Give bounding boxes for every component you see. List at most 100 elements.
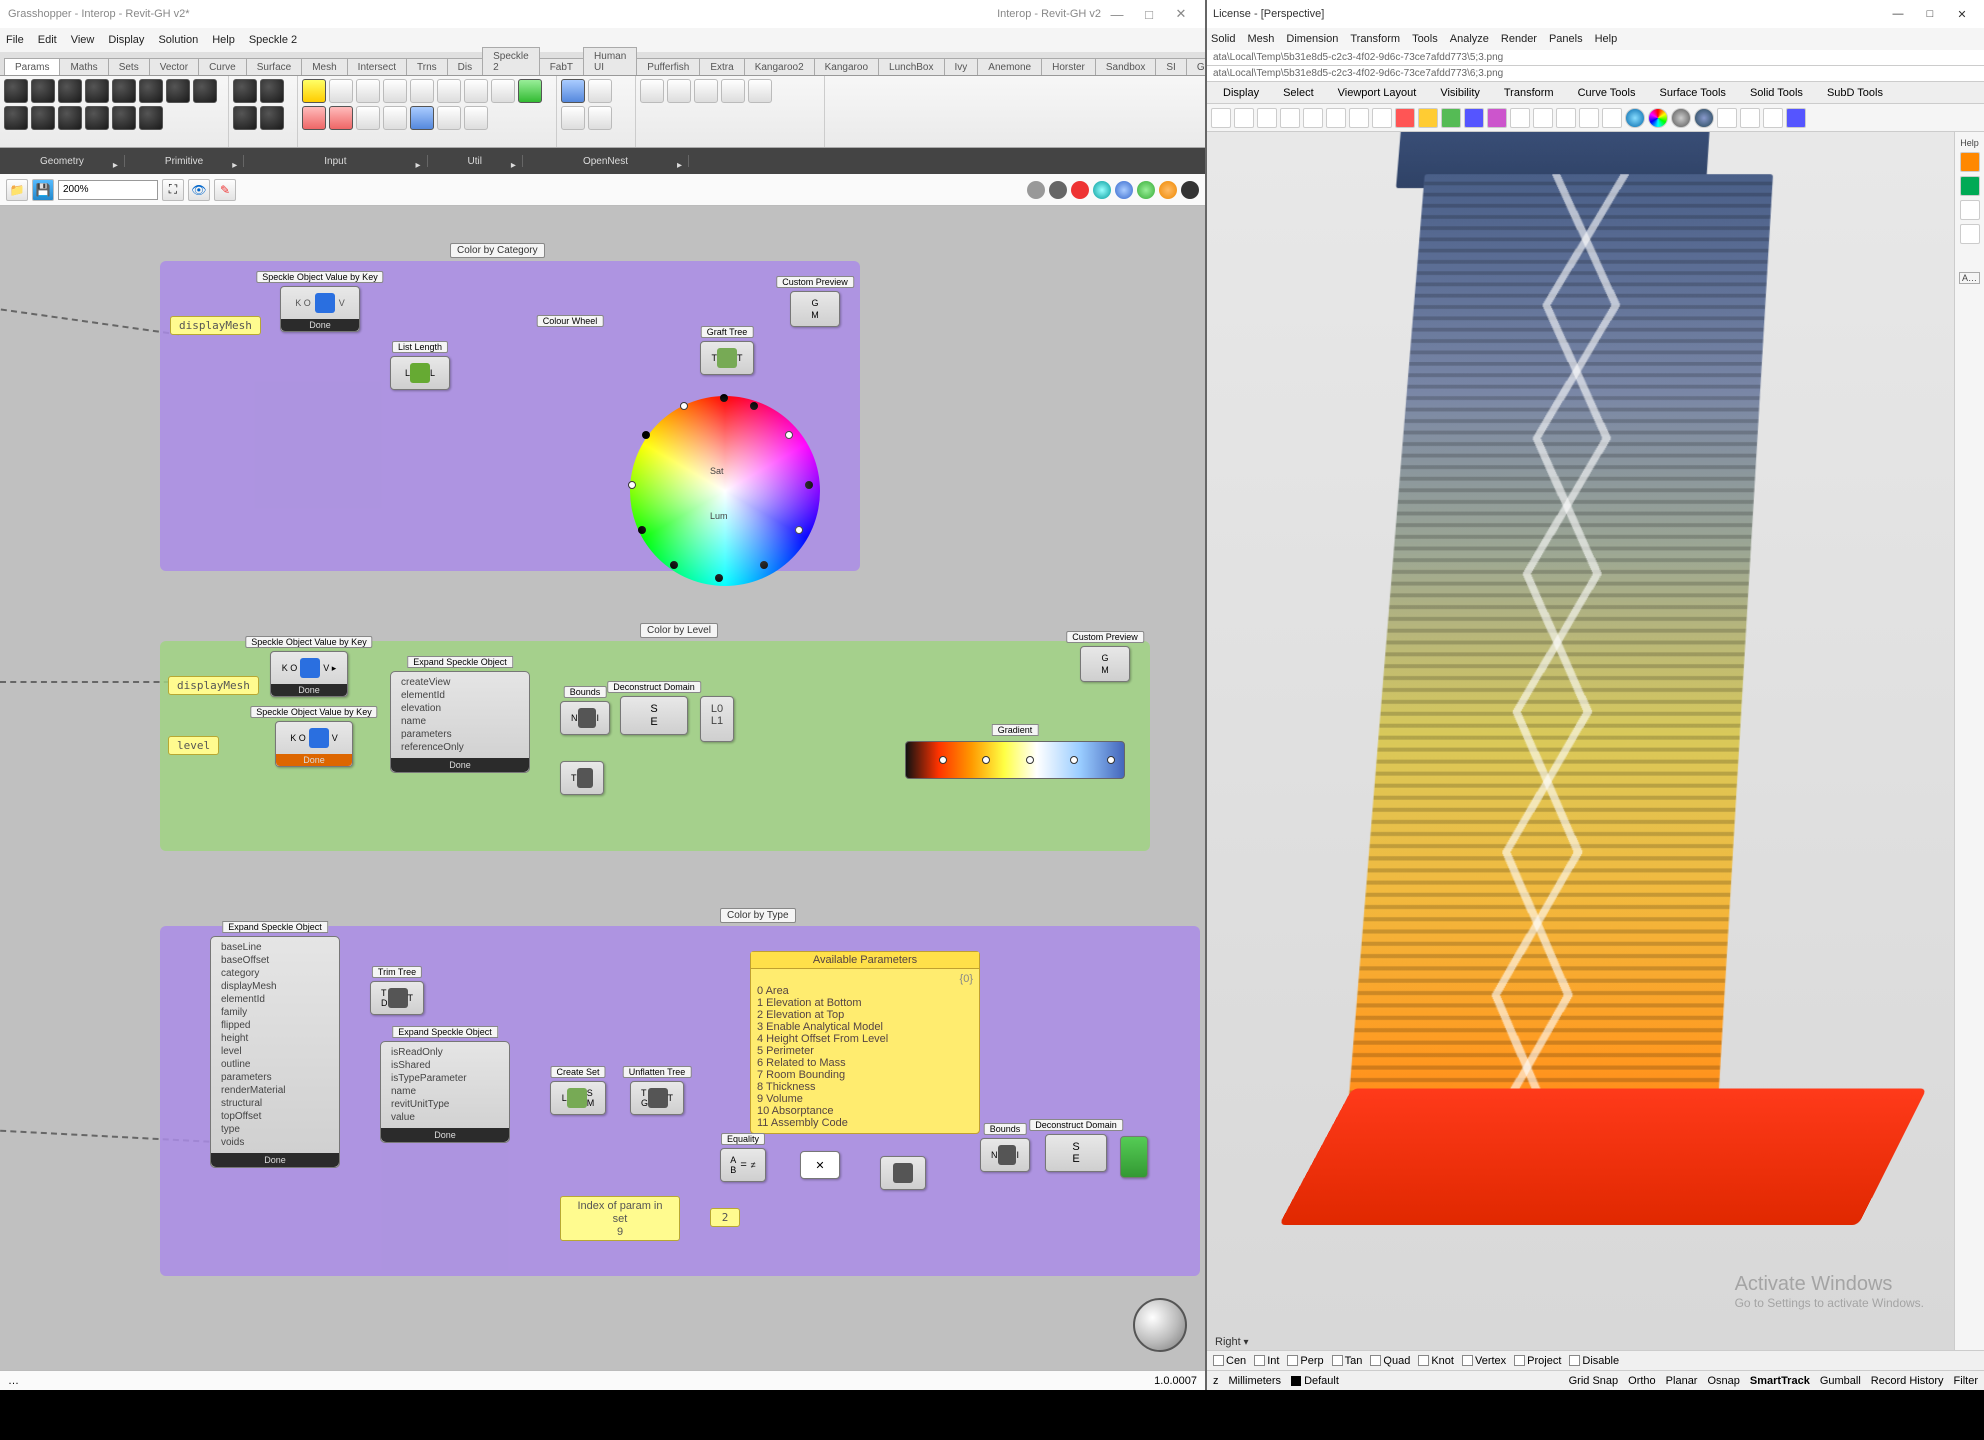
param-displaymesh[interactable]: displayMesh	[170, 316, 261, 335]
rh-menu-dimension[interactable]: Dimension	[1286, 33, 1338, 45]
param-index[interactable]: Index of param in set 9	[560, 1196, 680, 1241]
component-icon[interactable]	[4, 79, 28, 103]
colour-wheel[interactable]: Sat Lum	[630, 396, 820, 586]
rh-tab-display[interactable]: Display	[1211, 84, 1271, 102]
close-icon[interactable]: ✕	[1165, 6, 1197, 22]
component-icon[interactable]	[139, 106, 163, 130]
param-level[interactable]: level	[168, 736, 219, 755]
node-expand-speckle-object-params[interactable]: Expand Speckle Object isReadOnly isShare…	[380, 1041, 510, 1143]
tab-vector[interactable]: Vector	[149, 58, 199, 75]
component-icon[interactable]	[260, 106, 284, 130]
component-icon[interactable]	[491, 79, 515, 103]
osnap-int[interactable]: Int	[1254, 1355, 1279, 1367]
aid-gridsnap[interactable]: Grid Snap	[1569, 1375, 1619, 1387]
node-bounds-2[interactable]: Bounds NI	[980, 1138, 1030, 1172]
rh-tab-visibility[interactable]: Visibility	[1428, 84, 1492, 102]
rh-tab-select[interactable]: Select	[1271, 84, 1326, 102]
aid-history[interactable]: Record History	[1871, 1375, 1944, 1387]
node-tree-graft[interactable]: T	[560, 761, 604, 795]
component-icon[interactable]	[31, 106, 55, 130]
component-icon[interactable]	[4, 106, 28, 130]
tool-icon[interactable]	[1487, 108, 1507, 128]
zoom-input[interactable]	[58, 180, 158, 200]
osnap-project[interactable]: Project	[1514, 1355, 1561, 1367]
tab-curve[interactable]: Curve	[198, 58, 247, 75]
node-expand-speckle-object-big[interactable]: Expand Speckle Object baseLine baseOffse…	[210, 936, 340, 1168]
component-icon[interactable]	[329, 79, 353, 103]
tab-speckle2[interactable]: Speckle 2	[482, 47, 540, 75]
node-deconstruct-domain[interactable]: Deconstruct Domain SE	[620, 696, 688, 735]
rh-menu-help[interactable]: Help	[1595, 33, 1618, 45]
osnap-vertex[interactable]: Vertex	[1462, 1355, 1506, 1367]
compass-icon[interactable]	[1133, 1298, 1187, 1352]
menu-speckle[interactable]: Speckle 2	[249, 34, 297, 46]
component-icon[interactable]	[233, 106, 257, 130]
menu-edit[interactable]: Edit	[38, 34, 57, 46]
component-icon[interactable]	[383, 79, 407, 103]
tool-icon[interactable]	[1533, 108, 1553, 128]
tool-icon[interactable]	[1211, 108, 1231, 128]
component-icon[interactable]	[302, 79, 326, 103]
tab-maths[interactable]: Maths	[59, 58, 108, 75]
display-mode-icon[interactable]	[1159, 181, 1177, 199]
node-gradient[interactable]: Gradient	[905, 741, 1125, 779]
rh-toolbar-tabs[interactable]: Display Select Viewport Layout Visibilit…	[1207, 82, 1984, 104]
menu-file[interactable]: File	[6, 34, 24, 46]
tool-icon[interactable]	[1717, 108, 1737, 128]
menu-display[interactable]: Display	[108, 34, 144, 46]
node-bounds[interactable]: Bounds NI	[560, 701, 610, 735]
component-icon[interactable]	[748, 79, 772, 103]
tool-icon[interactable]	[1234, 108, 1254, 128]
component-icon[interactable]	[233, 79, 257, 103]
rh-menu-transform[interactable]: Transform	[1350, 33, 1400, 45]
menu-help[interactable]: Help	[212, 34, 235, 46]
component-icon[interactable]	[561, 106, 585, 130]
menu-solution[interactable]: Solution	[158, 34, 198, 46]
group-color-by-category[interactable]: Color by Category displayMesh Speckle Ob…	[160, 261, 860, 571]
tab-extra[interactable]: Extra	[699, 58, 744, 75]
preview-toggle[interactable]: 👁	[188, 179, 210, 201]
display-mode-icon[interactable]	[1181, 181, 1199, 199]
rh-titlebar[interactable]: License - [Perspective] — □ ✕	[1207, 0, 1984, 28]
rh-menu-tools[interactable]: Tools	[1412, 33, 1438, 45]
component-icon[interactable]	[694, 79, 718, 103]
group-color-by-level[interactable]: Color by Level displayMesh level Speckle…	[160, 641, 1150, 851]
tab-surface[interactable]: Surface	[246, 58, 302, 75]
component-icon[interactable]	[410, 106, 434, 130]
component-icon[interactable]	[112, 106, 136, 130]
component-icon[interactable]	[166, 79, 190, 103]
component-icon[interactable]	[356, 106, 380, 130]
component-icon[interactable]	[640, 79, 664, 103]
tab-horster[interactable]: Horster	[1041, 58, 1096, 75]
tool-icon[interactable]	[1602, 108, 1622, 128]
rh-tab-surface[interactable]: Surface Tools	[1647, 84, 1737, 102]
tool-icon[interactable]	[1671, 108, 1691, 128]
node-speckle-value-by-key[interactable]: Speckle Object Value by Key K OV ▸ Done	[270, 651, 348, 697]
display-mode-icon[interactable]	[1071, 181, 1089, 199]
osnap-quad[interactable]: Quad	[1370, 1355, 1410, 1367]
component-icon[interactable]	[667, 79, 691, 103]
zoom-extents-button[interactable]: ⛶	[162, 179, 184, 201]
component-icon[interactable]	[383, 106, 407, 130]
display-mode-icon[interactable]	[1027, 181, 1045, 199]
tool-icon[interactable]	[1349, 108, 1369, 128]
display-mode-icon[interactable]	[1137, 181, 1155, 199]
rh-tab-viewport[interactable]: Viewport Layout	[1326, 84, 1429, 102]
rh-menu-panels[interactable]: Panels	[1549, 33, 1583, 45]
tool-icon[interactable]	[1303, 108, 1323, 128]
tab-fabt[interactable]: FabT	[539, 58, 584, 75]
node-relay[interactable]	[880, 1156, 926, 1190]
display-mode-icon[interactable]	[1049, 181, 1067, 199]
tool-icon[interactable]	[1786, 108, 1806, 128]
rh-statusbar[interactable]: z Millimeters Default Grid Snap Ortho Pl…	[1207, 1370, 1984, 1390]
tab-sandbox[interactable]: Sandbox	[1095, 58, 1156, 75]
panel-icon[interactable]	[1960, 224, 1980, 244]
component-icon[interactable]	[588, 79, 612, 103]
tool-icon[interactable]	[1648, 108, 1668, 128]
osnap-cen[interactable]: Cen	[1213, 1355, 1246, 1367]
minimize-icon[interactable]: —	[1882, 8, 1914, 20]
osnap-disable[interactable]: Disable	[1569, 1355, 1619, 1367]
tool-icon[interactable]	[1418, 108, 1438, 128]
component-icon[interactable]	[721, 79, 745, 103]
minimize-icon[interactable]: —	[1101, 7, 1133, 22]
